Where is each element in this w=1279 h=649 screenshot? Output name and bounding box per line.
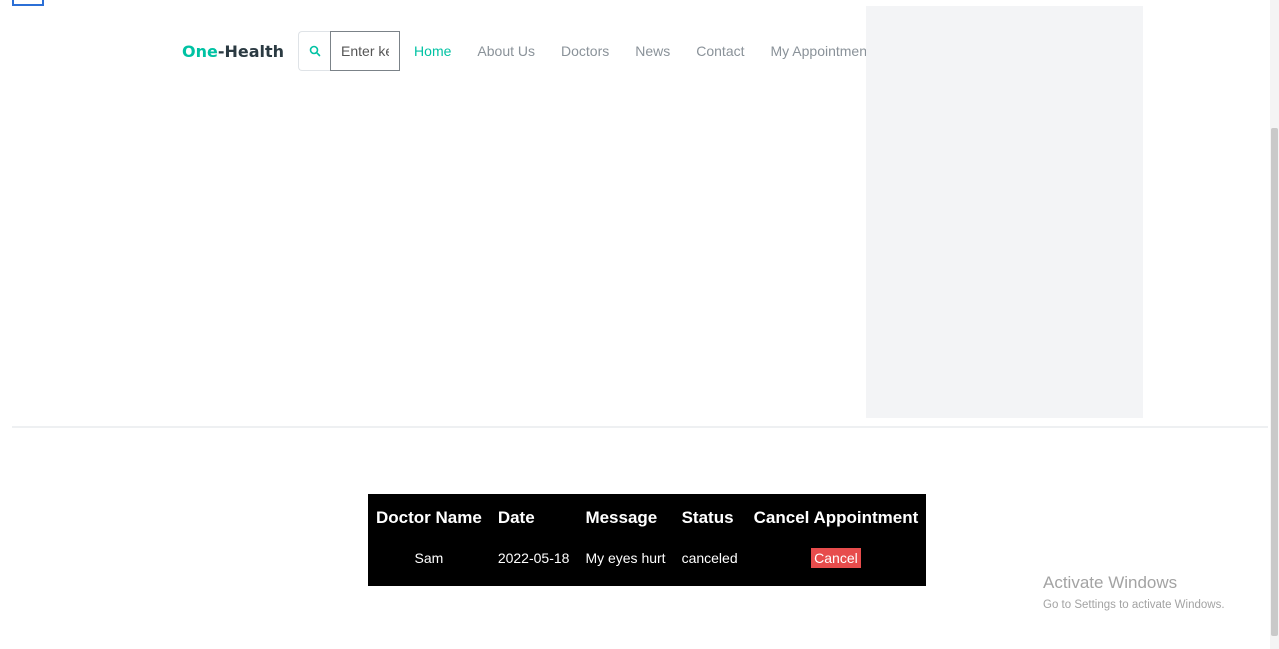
watermark-subtitle: Go to Settings to activate Windows.	[1043, 599, 1225, 611]
search-icon	[309, 45, 320, 57]
header-message: Message	[585, 508, 658, 527]
cell-date: 2022-05-18	[497, 550, 570, 566]
nav-my-appointment[interactable]: My Appointment	[771, 43, 871, 59]
table-row: Sam 2022-05-18 My eyes hurt canceled Can…	[368, 538, 926, 586]
header-date: Date	[497, 508, 535, 527]
header-status: Status	[681, 508, 734, 527]
cell-message: My eyes hurt	[585, 550, 666, 566]
navbar: One-Health Home About Us Doctors News Co…	[182, 30, 897, 72]
search-button[interactable]	[298, 31, 331, 71]
nav-contact[interactable]: Contact	[696, 43, 744, 59]
activate-windows-watermark: Activate Windows Go to Settings to activ…	[1043, 573, 1225, 611]
nav-home[interactable]: Home	[414, 43, 451, 59]
cell-doctor: Sam	[414, 550, 444, 566]
cell-action: Cancel	[746, 538, 927, 586]
watermark-title: Activate Windows	[1043, 573, 1178, 592]
search-input[interactable]	[330, 31, 401, 71]
nav-about-us[interactable]: About Us	[477, 43, 535, 59]
appointments-table: Doctor Name Date Message Status Cancel A…	[368, 494, 927, 586]
cell-status: canceled	[681, 550, 738, 566]
section-divider	[12, 426, 1268, 428]
scrollbar-thumb[interactable]	[1271, 128, 1278, 636]
nav-doctors[interactable]: Doctors	[561, 43, 609, 59]
scrollbar-track[interactable]	[1270, 0, 1279, 649]
cancel-appointment-button[interactable]: Cancel	[811, 548, 861, 568]
table-header-row: Doctor Name Date Message Status Cancel A…	[368, 494, 926, 538]
header-cancel-appointment: Cancel Appointment	[753, 508, 919, 527]
brand-suffix: Health	[224, 41, 285, 61]
brand-logo[interactable]: One-Health	[182, 42, 284, 61]
top-left-link[interactable]	[12, 0, 44, 6]
side-panel-placeholder	[866, 6, 1143, 418]
header-doctor-name: Doctor Name	[376, 508, 482, 527]
nav-news[interactable]: News	[635, 43, 670, 59]
search-group	[298, 31, 401, 71]
brand-prefix: One	[182, 41, 218, 61]
